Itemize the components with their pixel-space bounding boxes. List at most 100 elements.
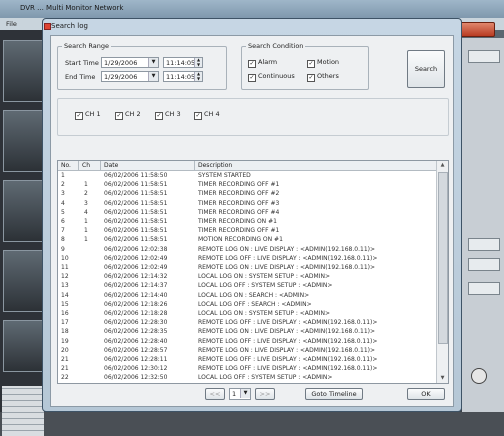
- page-select-value: 1: [232, 390, 237, 398]
- checkmark-icon[interactable]: ✓: [155, 112, 163, 120]
- scroll-up-icon[interactable]: ▲: [438, 161, 447, 170]
- table-row[interactable]: 19 06/02/2006 12:28:40 REMOTE LOG OFF : LI…: [58, 337, 436, 346]
- table-row[interactable]: 5 4 06/02/2006 11:58:51 TIMER RECORDING OFF…: [58, 208, 436, 217]
- table-row[interactable]: 10 06/02/2006 12:02:49 REMOTE LOG OFF : LI…: [58, 254, 436, 263]
- table-cell-no: 7: [61, 227, 65, 235]
- search-button[interactable]: Search: [407, 50, 445, 88]
- table-row[interactable]: 21 06/02/2006 12:28:11 REMOTE LOG OFF : LI…: [58, 355, 436, 364]
- camera-thumbnail[interactable]: [3, 110, 45, 172]
- checkmark-icon[interactable]: ✓: [307, 60, 315, 68]
- column-header-description[interactable]: Description: [198, 162, 232, 169]
- background-record-button[interactable]: [471, 368, 487, 384]
- table-row[interactable]: 16 06/02/2006 12:18:28 LOCAL LOG ON : SYST…: [58, 309, 436, 318]
- channel-checkbox-ch1[interactable]: ✓ CH 1: [75, 110, 101, 120]
- scrollbar-thumb[interactable]: [438, 172, 448, 344]
- column-divider[interactable]: [100, 161, 101, 170]
- table-row[interactable]: 13 06/02/2006 12:14:37 LOCAL LOG OFF : SYS…: [58, 281, 436, 290]
- channel-checkbox-ch4[interactable]: ✓ CH 4: [194, 110, 220, 120]
- checkmark-icon[interactable]: ✓: [307, 74, 315, 82]
- table-row[interactable]: 22 06/02/2006 12:32:50 LOCAL LOG OFF : SYS…: [58, 373, 436, 382]
- table-cell-desc: LOCAL LOG ON : SEARCH : <ADMIN>: [198, 291, 310, 299]
- checkmark-icon[interactable]: ✓: [248, 60, 256, 68]
- table-row[interactable]: 20 06/02/2006 12:28:57 REMOTE LOG ON : LIV…: [58, 346, 436, 355]
- table-cell-no: 5: [61, 208, 65, 216]
- checkmark-icon[interactable]: ✓: [194, 112, 202, 120]
- end-time-label: End Time: [65, 73, 96, 81]
- table-cell-date: 06/02/2006 11:58:51: [104, 181, 168, 189]
- others-checkbox[interactable]: ✓ Others: [307, 72, 339, 82]
- background-side-button[interactable]: [468, 238, 500, 251]
- log-table[interactable]: No. Ch Date Description 1 06/02/2006 11:5…: [57, 160, 449, 384]
- spin-arrows-icon[interactable]: ▲ ▼: [194, 57, 202, 67]
- dialog-body: Search Range Start Time 1/29/2006 ▼ 11:1…: [50, 35, 454, 407]
- chevron-down-icon[interactable]: ▼: [148, 58, 158, 67]
- checkmark-icon[interactable]: ✓: [248, 74, 256, 82]
- camera-thumbnail[interactable]: [3, 320, 45, 372]
- table-cell-date: 06/02/2006 12:02:49: [104, 254, 168, 262]
- table-cell-date: 06/02/2006 12:28:57: [104, 346, 168, 354]
- table-row[interactable]: 4 3 06/02/2006 11:58:51 TIMER RECORDING OFF…: [58, 199, 436, 208]
- table-cell-desc: LOCAL LOG OFF : SYSTEM SETUP : <ADMIN>: [198, 282, 333, 290]
- channel-checkbox-ch2[interactable]: ✓ CH 2: [115, 110, 141, 120]
- start-date-value: 1/29/2006: [104, 59, 138, 67]
- table-cell-no: 16: [61, 310, 69, 317]
- background-menu-file[interactable]: File: [6, 20, 17, 28]
- end-time-spinner[interactable]: 11:14:05 ▲ ▼: [163, 71, 203, 82]
- table-row[interactable]: 18 06/02/2006 12:28:35 REMOTE LOG ON : LIV…: [58, 327, 436, 336]
- table-cell-no: 15: [61, 300, 69, 308]
- background-side-button[interactable]: [468, 282, 500, 295]
- table-row[interactable]: 11 06/02/2006 12:02:49 REMOTE LOG ON : LIV…: [58, 263, 436, 272]
- column-header-no[interactable]: No.: [61, 162, 71, 169]
- page-select[interactable]: 1 ▼: [229, 388, 251, 400]
- checkmark-icon[interactable]: ✓: [115, 112, 123, 120]
- ok-button[interactable]: OK: [407, 388, 445, 400]
- end-date-combo[interactable]: 1/29/2006 ▼: [101, 71, 159, 82]
- table-row[interactable]: 7 1 06/02/2006 11:58:51 TIMER RECORDING OFF…: [58, 226, 436, 235]
- column-header-ch[interactable]: Ch: [82, 162, 90, 169]
- scroll-down-icon[interactable]: ▼: [438, 374, 447, 383]
- chevron-down-icon[interactable]: ▼: [148, 72, 158, 81]
- next-page-button[interactable]: >>: [255, 388, 275, 400]
- background-side-button[interactable]: [468, 258, 500, 271]
- table-row[interactable]: 12 06/02/2006 12:14:32 LOCAL LOG ON : SYST…: [58, 272, 436, 281]
- camera-thumbnail[interactable]: [3, 250, 45, 312]
- start-date-combo[interactable]: 1/29/2006 ▼: [101, 57, 159, 68]
- vertical-scrollbar[interactable]: ▲ ▼: [436, 161, 448, 383]
- table-row[interactable]: 17 06/02/2006 12:28:30 REMOTE LOG OFF : LI…: [58, 318, 436, 327]
- table-cell-date: 06/02/2006 12:02:49: [104, 264, 168, 271]
- table-cell-no: 13: [61, 282, 69, 290]
- table-row[interactable]: 2 1 06/02/2006 11:58:51 TIMER RECORDING OFF…: [58, 180, 436, 189]
- table-row[interactable]: 9 06/02/2006 12:02:38 REMOTE LOG ON : LIVE…: [58, 245, 436, 254]
- table-cell-no: 9: [61, 245, 65, 253]
- table-row[interactable]: 1 06/02/2006 11:58:50 SYSTEM STARTED: [58, 171, 436, 180]
- background-side-button[interactable]: [468, 50, 500, 63]
- start-time-spinner[interactable]: 11:14:05 ▲ ▼: [163, 57, 203, 68]
- motion-checkbox[interactable]: ✓ Motion: [307, 58, 339, 68]
- channel-checkbox-ch3[interactable]: ✓ CH 3: [155, 110, 181, 120]
- table-row[interactable]: 6 1 06/02/2006 11:58:51 TIMER RECORDING ON …: [58, 217, 436, 226]
- table-row[interactable]: 15 06/02/2006 12:18:26 LOCAL LOG OFF : SEA…: [58, 300, 436, 309]
- checkmark-icon[interactable]: ✓: [75, 112, 83, 120]
- table-cell-no: 10: [61, 254, 69, 262]
- table-row[interactable]: 14 06/02/2006 12:14:40 LOCAL LOG ON : SEAR…: [58, 291, 436, 300]
- start-time-value: 11:14:05: [166, 59, 196, 67]
- background-camera-panel: [0, 30, 46, 436]
- previous-page-button[interactable]: <<: [205, 388, 225, 400]
- table-row[interactable]: 21 06/02/2006 12:30:12 REMOTE LOG OFF : LI…: [58, 364, 436, 373]
- table-row[interactable]: 8 1 06/02/2006 11:58:51 MOTION RECORDING ON…: [58, 235, 436, 244]
- channel-label: CH 1: [85, 110, 101, 118]
- table-cell-ch: 1: [84, 227, 88, 235]
- column-header-date[interactable]: Date: [104, 162, 118, 169]
- chevron-down-icon[interactable]: ▼: [240, 389, 250, 398]
- continuous-checkbox[interactable]: ✓ Continuous: [248, 72, 295, 82]
- table-row[interactable]: 3 2 06/02/2006 11:58:51 TIMER RECORDING OFF…: [58, 189, 436, 198]
- table-cell-date: 06/02/2006 12:18:28: [104, 310, 168, 317]
- goto-timeline-button[interactable]: Goto Timeline: [305, 388, 363, 400]
- table-cell-no: 2: [61, 181, 65, 189]
- alarm-checkbox[interactable]: ✓ Alarm: [248, 58, 277, 68]
- camera-thumbnail[interactable]: [3, 180, 45, 242]
- column-divider[interactable]: [194, 161, 195, 170]
- column-divider[interactable]: [78, 161, 79, 170]
- spin-arrows-icon[interactable]: ▲ ▼: [194, 71, 202, 81]
- camera-thumbnail[interactable]: [3, 40, 45, 102]
